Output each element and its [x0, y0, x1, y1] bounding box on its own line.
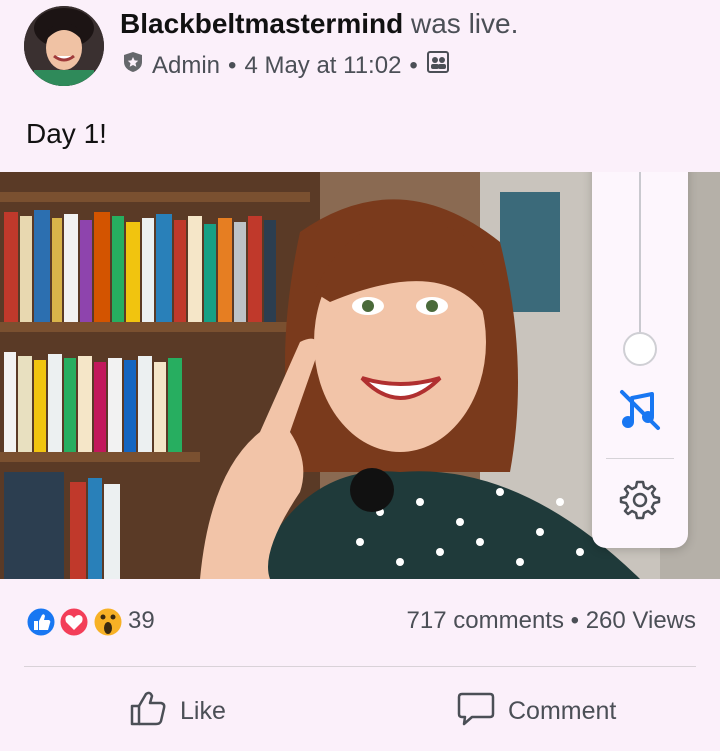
panel-divider: [606, 458, 674, 459]
like-button[interactable]: Like: [128, 688, 226, 734]
live-video[interactable]: [0, 172, 720, 579]
volume-slider-knob[interactable]: [623, 332, 657, 366]
comments-count[interactable]: 717 comments: [407, 607, 564, 634]
live-status: was live.: [411, 8, 519, 39]
meta-separator: •: [409, 51, 418, 79]
post-text: Day 1!: [26, 118, 107, 149]
engagement-stats: 717 comments • 260 Views: [407, 607, 696, 635]
avatar[interactable]: [24, 6, 104, 86]
author-line: Blackbeltmastermind was live.: [120, 8, 518, 40]
author-name[interactable]: Blackbeltmastermind: [120, 8, 403, 39]
like-label: Like: [180, 696, 226, 725]
reaction-count[interactable]: 39: [128, 607, 155, 635]
admin-shield-icon: [122, 51, 144, 80]
post-meta: Admin • 4 May at 11:02 •: [122, 50, 450, 81]
post-stats: 39 717 comments • 260 Views: [0, 598, 720, 648]
views-count: 260 Views: [585, 607, 696, 634]
stats-separator: •: [570, 607, 580, 634]
volume-slider-track[interactable]: [639, 172, 641, 348]
group-audience-icon: [426, 50, 450, 81]
comment-label: Comment: [508, 696, 617, 725]
meta-separator: •: [228, 51, 237, 79]
post-timestamp[interactable]: 4 May at 11:02: [244, 52, 401, 80]
author-role: Admin: [152, 51, 221, 79]
action-divider: [24, 666, 696, 667]
comment-button[interactable]: Comment: [456, 688, 616, 734]
reaction-icons[interactable]: [24, 604, 125, 640]
comment-bubble-icon: [456, 688, 496, 735]
thumbs-up-icon: [128, 688, 168, 735]
music-off-icon[interactable]: [616, 386, 664, 434]
post-header: Blackbeltmastermind was live. Admin • 4 …: [0, 0, 720, 170]
gear-icon[interactable]: [618, 478, 662, 522]
